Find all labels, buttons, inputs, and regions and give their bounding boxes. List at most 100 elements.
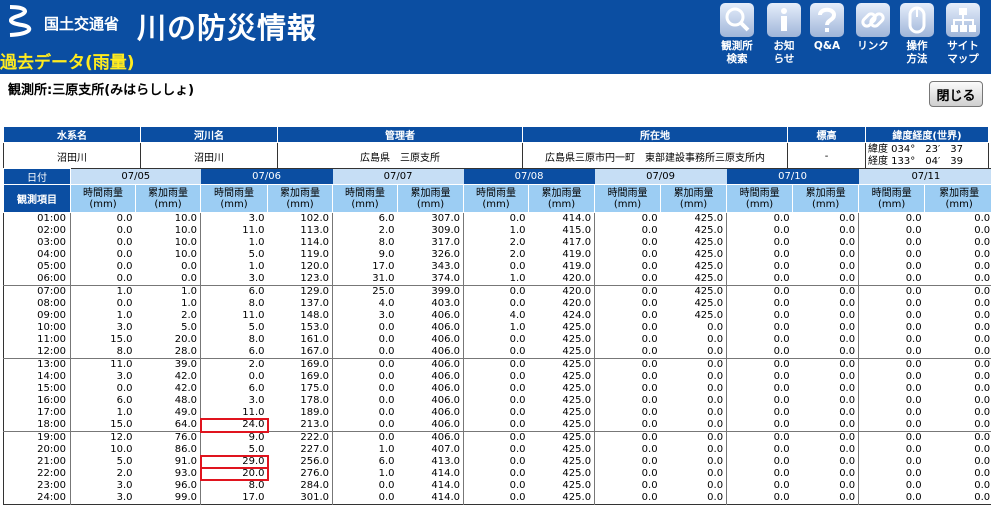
rain-value-cell: 0.0 [726,358,793,371]
rain-value-cell: 406.0 [431,419,461,430]
rain-value-cell: 0.0 [726,407,793,419]
cumulative-rain-header: 累加雨量 (mm) [267,184,334,213]
rain-value-cell: 1.0 [70,407,136,419]
cumulative-rain-header: 累加雨量 (mm) [660,184,728,213]
rain-value-cell: 0.0 [726,237,793,249]
rain-value-cell: 102.0 [300,213,330,224]
rain-value-cell: 91.0 [174,456,198,467]
rain-value-cell: 1.0 [200,261,268,273]
time-cell: 02:00 [37,225,66,236]
nav-label: Q&A [813,40,841,52]
time-cell: 20:00 [37,444,66,455]
rain-value-cell: 425.0 [562,468,592,479]
rain-value-cell: 0.0 [726,298,793,310]
rain-value-cell: 0.0 [707,407,724,418]
rain-value-cell: 0.0 [726,346,793,359]
rain-value-cell: 0.0 [463,395,529,407]
nav-sitemap[interactable]: サイト マップ [937,0,989,74]
rain-value-cell: 0.0 [974,395,991,406]
rain-value-cell: 3.0 [70,322,136,334]
rain-value-cell: 0.0 [594,346,661,359]
rain-value-cell: 425.0 [562,334,592,345]
rain-value-cell: 8.0 [200,334,268,346]
rain-value-cell: 0.0 [839,237,856,248]
rain-value-cell: 1.0 [332,444,398,456]
time-cell: 18:00 [37,419,66,430]
rain-value-cell: 406.0 [431,383,461,394]
rain-value-cell: 0.0 [594,407,661,419]
rain-value-cell: 425.0 [562,383,592,394]
latlon-value: 緯度 034° 23′ 37 経度 133° 04′ 39 [865,142,989,170]
rain-value-cell: 424.0 [562,310,592,321]
rain-value-cell: 425.0 [528,358,595,371]
rain-value-cell: 406.0 [431,346,461,357]
rain-value-cell: 0.0 [726,249,793,261]
rain-value-cell: 0.0 [858,261,925,273]
rain-value-cell: 1.0 [200,237,268,249]
rain-value-cell: 403.0 [431,298,461,309]
nav-qa[interactable]: Q&A [801,0,853,74]
elevation-value: - [787,142,866,170]
site-title: 川の防災情報 [137,11,318,45]
rain-value-cell: 0.0 [924,431,991,444]
subheader-unit: (mm) [811,198,840,210]
time-cell: 22:00 [37,468,66,479]
table-row: 13:00 11.0 39.0 2.0 169.0 0.0 406.0 0.0 425.0 0.0… [3,358,991,371]
nav-station-search[interactable]: 観測所 検索 [711,0,763,74]
rain-value-cell: 2.0 [200,358,268,371]
date-column-header: 07/06 [200,168,333,185]
subheader-unit: (mm) [877,198,906,210]
rain-value-cell: 0.0 [839,225,856,236]
rain-value-cell: 0.0 [858,358,925,371]
rain-value-cell: 129.0 [267,285,333,298]
rain-value-cell: 0.0 [726,456,793,468]
location-header: 所在地 [522,126,788,143]
rain-value-cell: 0.0 [463,480,529,492]
rain-value-cell: 0.0 [463,456,529,468]
hourly-rain-header: 時間雨量 (mm) [594,184,662,213]
nav-how-to-use[interactable]: 操作 方法 [891,0,943,74]
rain-value-cell: 0.0 [792,358,859,371]
rain-value-cell: 0.0 [974,419,991,430]
close-button[interactable]: 閉じる [929,81,983,107]
time-cell: 07:00 [3,285,71,298]
rain-value-cell: 0.0 [594,298,661,310]
rain-value-cell: 0.0 [332,334,398,346]
rain-value-cell: 2.0 [181,310,198,321]
rain-value-cell: 0.0 [839,346,856,357]
rain-value-cell: 0.0 [839,492,856,503]
rain-value-cell: 0.0 [332,395,398,407]
rain-value-cell: 0.0 [858,431,925,444]
rain-value-cell: 0.0 [660,431,727,444]
hourly-rain-header: 時間雨量 (mm) [726,184,794,213]
subheader-unit: (mm) [613,198,642,210]
nav-label: サイト マップ [947,40,979,65]
rain-value-cell: 0.0 [924,358,991,371]
time-cell: 11:00 [37,334,66,345]
subheader-unit: (mm) [945,198,973,210]
rain-value-cell: 5.0 [200,249,268,261]
rain-value-cell: 3.0 [200,212,268,225]
subheader-title: 時間雨量 [871,187,912,199]
rain-value-cell: 0.0 [839,444,856,455]
rain-value-cell: 420.0 [528,285,595,298]
rain-value-cell: 0.0 [594,456,661,468]
rain-value-cell: 2.0 [332,225,398,237]
rain-value-cell: 0.0 [858,346,925,359]
rain-value-cell: 0.0 [726,444,793,456]
time-cell: 13:00 [3,358,71,371]
rain-value-cell: 0.0 [463,212,529,225]
rain-value-cell: 6.0 [200,346,268,359]
rain-value-cell: 0.0 [974,237,991,248]
rain-value-cell: 0.0 [70,225,136,237]
table-row: 17:00 1.0 49.0 11.0 189.0 0.0 406.0 0.0 425.0 0.0… [4,407,991,419]
rain-value-cell: 0.0 [594,225,661,237]
rain-value-cell: 0.0 [463,285,529,298]
rain-value-cell: 0.0 [332,431,398,444]
rain-value-cell: 189.0 [300,407,330,418]
rain-value-cell: 0.0 [463,431,529,444]
rain-value-cell: 406.0 [397,358,464,371]
rain-value-cell: 0.0 [332,346,398,359]
time-cell: 14:00 [37,371,66,382]
station-label: 観測所:三原支所(みはらししょ) [8,83,195,98]
